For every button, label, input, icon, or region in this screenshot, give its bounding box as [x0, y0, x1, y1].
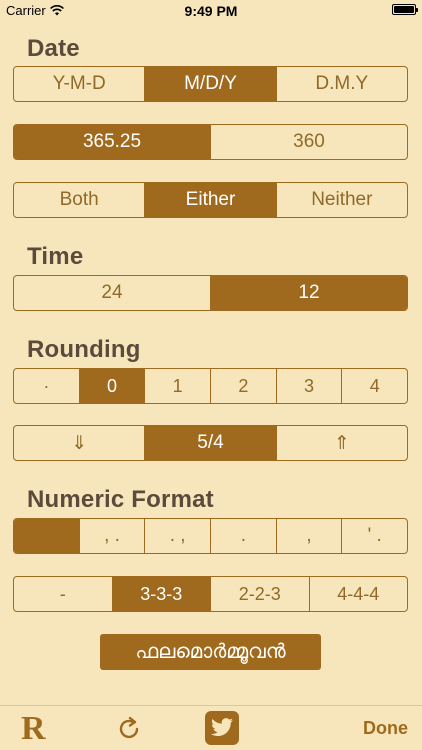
rounding-digits-control: · 0 1 2 3 4 [13, 368, 408, 404]
date-inclusion-option[interactable]: Both [14, 183, 146, 217]
rounding-digits-option[interactable]: 1 [145, 369, 212, 403]
battery-icon [392, 4, 418, 15]
date-format-option[interactable]: D.M.Y [277, 67, 407, 101]
rounding-digits-option[interactable]: 2 [211, 369, 277, 403]
grouping-option[interactable]: 2-2-3 [211, 577, 310, 611]
time-format-control: 24 12 [13, 275, 408, 311]
status-time: 9:49 PM [184, 3, 238, 19]
time-title: Time [27, 243, 84, 270]
separator-option[interactable]: , . [80, 519, 146, 553]
date-format-option[interactable]: Y-M-D [14, 67, 146, 101]
rounding-digits-option[interactable]: 0 [79, 369, 146, 403]
date-format-option[interactable]: M/D/Y [145, 67, 277, 101]
grouping-option[interactable]: - [14, 577, 113, 611]
date-title: Date [27, 35, 80, 62]
date-inclusion-option[interactable]: Neither [277, 183, 407, 217]
time-format-option[interactable]: 24 [14, 276, 211, 310]
separator-option[interactable] [14, 519, 80, 553]
rounding-mode-option[interactable]: 5/4 [145, 426, 277, 460]
year-length-control: 365.25 360 [13, 124, 408, 160]
rounding-digits-option[interactable]: 3 [277, 369, 343, 403]
date-inclusion-control: Both Either Neither [13, 182, 408, 218]
grouping-control: -3-3-3 2-2-3 4-4-4 [13, 576, 408, 612]
separator-option[interactable]: ' . [342, 519, 407, 553]
app-logo-button[interactable]: R [21, 710, 46, 748]
rounding-mode-option[interactable]: ⇑ [277, 426, 407, 460]
bottom-toolbar: R Done [0, 705, 422, 750]
status-bar: Carrier 9:49 PM [0, 0, 422, 22]
separator-control: , .. ,., ' . [13, 518, 408, 554]
rounding-digits-option[interactable]: · [14, 369, 80, 403]
language-button[interactable]: ഫലമൊർമ്മൂവൻ [100, 634, 321, 670]
status-right [392, 4, 418, 15]
refresh-icon[interactable] [116, 716, 142, 742]
rounding-mode-control: ⇓ 5/4 ⇑ [13, 425, 408, 461]
twitter-icon [211, 718, 233, 736]
separator-option[interactable]: . , [145, 519, 212, 553]
grouping-option[interactable]: 3-3-3 [112, 577, 211, 611]
year-length-option[interactable]: 360 [211, 125, 407, 159]
grouping-option[interactable]: 4-4-4 [310, 577, 408, 611]
date-format-control: Y-M-D M/D/Y D.M.Y [13, 66, 408, 102]
rounding-title: Rounding [27, 336, 141, 363]
year-length-option[interactable]: 365.25 [14, 125, 211, 159]
rounding-digits-option[interactable]: 4 [342, 369, 407, 403]
done-button[interactable]: Done [363, 718, 408, 739]
rounding-mode-option[interactable]: ⇓ [14, 426, 146, 460]
time-format-option[interactable]: 12 [211, 276, 407, 310]
twitter-button[interactable] [205, 711, 239, 745]
numeric-format-title: Numeric Format [27, 486, 214, 513]
separator-option[interactable]: . [211, 519, 277, 553]
date-inclusion-option[interactable]: Either [145, 183, 277, 217]
separator-option[interactable]: , [277, 519, 343, 553]
